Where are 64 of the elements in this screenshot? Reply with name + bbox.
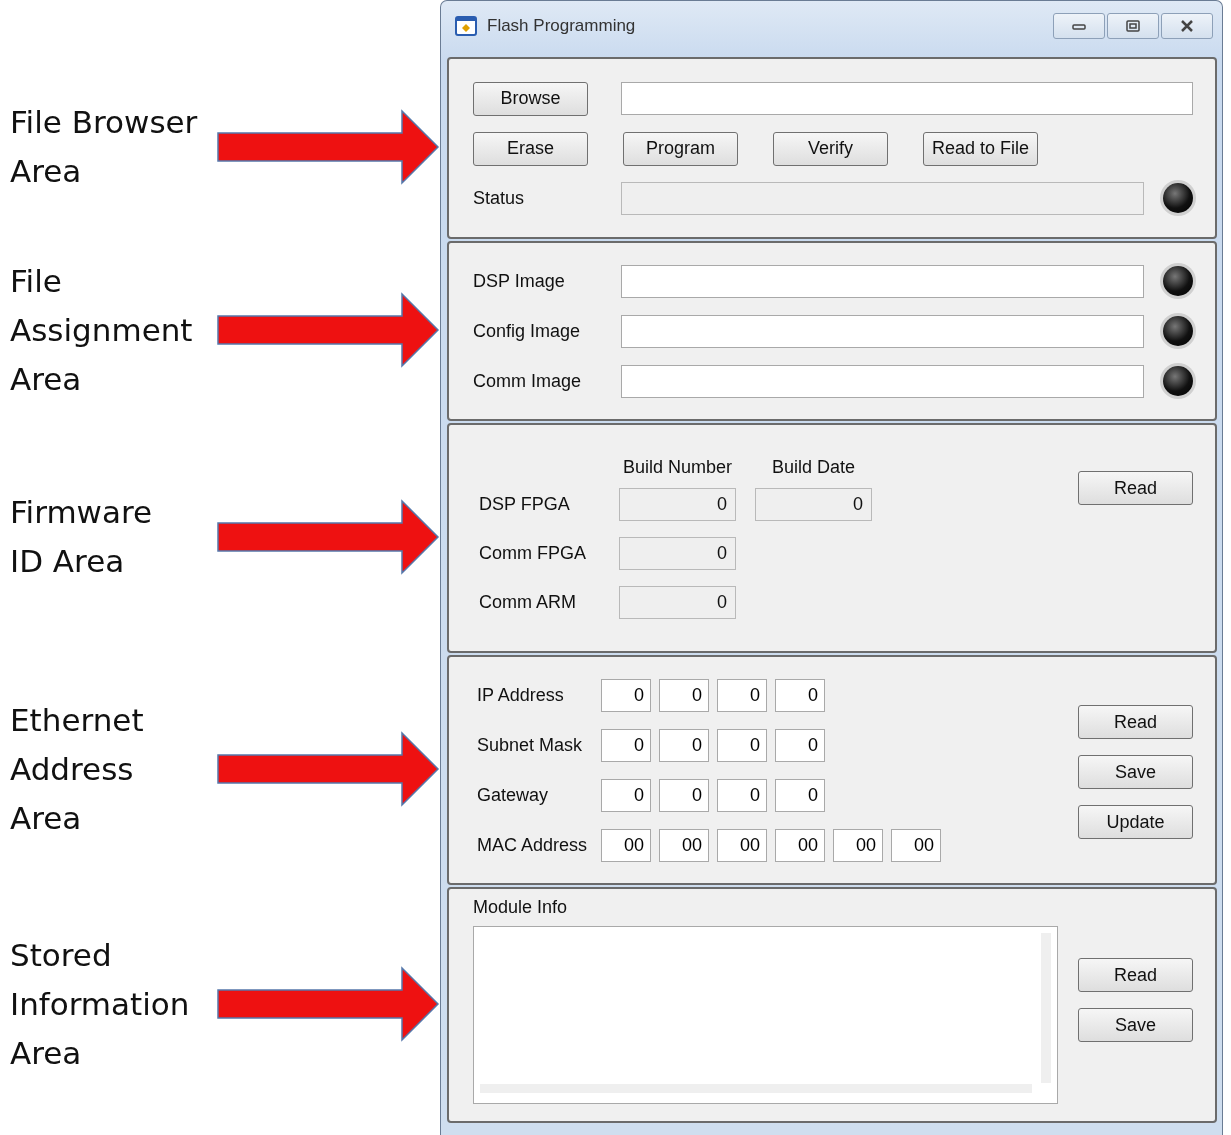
address-octet-field[interactable]: 0 — [775, 779, 825, 812]
module-info-button[interactable]: Read — [1078, 958, 1193, 992]
restore-button[interactable] — [1107, 13, 1159, 39]
image-label: DSP Image — [473, 270, 566, 292]
build-number-field: 0 — [619, 537, 736, 570]
browse-button[interactable]: Browse — [473, 81, 588, 116]
annotation-label: Stored Information Area — [10, 935, 190, 1073]
address-octet-field[interactable]: 0 — [659, 779, 709, 812]
address-octet-field[interactable]: 00 — [833, 829, 883, 862]
build-number-field: 0 — [619, 488, 736, 521]
address-octet-field[interactable]: 0 — [659, 679, 709, 712]
ethernet-button[interactable]: Read — [1078, 705, 1193, 739]
address-octet-field[interactable]: 00 — [601, 829, 651, 862]
image-label: Comm Image — [473, 370, 583, 392]
ethernet-button[interactable]: Save — [1078, 755, 1193, 789]
annotation-label: Firmware ID Area — [10, 493, 153, 581]
action-button[interactable]: Program — [623, 131, 738, 166]
address-label: Subnet Mask — [476, 735, 584, 756]
address-octet-field[interactable]: 0 — [659, 729, 709, 762]
address-octet-field[interactable]: 0 — [717, 679, 767, 712]
address-octet-field[interactable]: 0 — [717, 729, 767, 762]
close-button[interactable] — [1161, 13, 1213, 39]
action-button[interactable]: Read to File — [923, 131, 1038, 166]
firmware-label: Comm FPGA — [478, 543, 587, 564]
image-path-field[interactable] — [621, 364, 1144, 398]
close-icon — [1179, 20, 1195, 32]
firmware-label: Comm ARM — [478, 592, 577, 613]
module-info-button[interactable]: Save — [1078, 1008, 1193, 1042]
app-icon — [455, 16, 477, 36]
address-label: MAC Address — [476, 835, 589, 856]
minimize-button[interactable] — [1053, 13, 1105, 39]
annotation-label: File Assignment Area — [10, 261, 193, 399]
ethernet-button[interactable]: Update — [1078, 805, 1193, 839]
module-info-label: Module Info — [473, 897, 569, 918]
image-path-field[interactable] — [621, 264, 1144, 298]
address-octet-field[interactable]: 0 — [775, 729, 825, 762]
window-title: Flash Programming — [487, 16, 636, 36]
column-header: Build Date — [770, 457, 857, 478]
address-octet-field[interactable]: 0 — [717, 779, 767, 812]
read-button[interactable]: Read — [1078, 471, 1193, 505]
address-octet-field[interactable]: 00 — [775, 829, 825, 862]
annotation-label: File Browser Area — [10, 103, 198, 191]
column-header: Build Number — [621, 457, 733, 478]
action-button[interactable]: Erase — [473, 131, 588, 166]
status-label: Status — [473, 187, 526, 209]
address-label: Gateway — [476, 785, 550, 806]
build-date-field: 0 — [755, 488, 872, 521]
address-octet-field[interactable]: 0 — [601, 729, 651, 762]
address-octet-field[interactable]: 0 — [775, 679, 825, 712]
firmware-label: DSP FPGA — [478, 494, 571, 515]
annotation-label: Ethernet Address Area — [10, 700, 144, 838]
file-path-field[interactable] — [621, 82, 1193, 115]
address-octet-field[interactable]: 00 — [717, 829, 767, 862]
address-octet-field[interactable]: 00 — [659, 829, 709, 862]
image-path-field[interactable] — [621, 314, 1144, 348]
address-octet-field[interactable]: 00 — [891, 829, 941, 862]
address-octet-field[interactable]: 0 — [601, 779, 651, 812]
build-number-field: 0 — [619, 586, 736, 619]
restore-icon — [1125, 20, 1141, 32]
image-label: Config Image — [473, 320, 582, 342]
action-button[interactable]: Verify — [773, 131, 888, 166]
address-octet-field[interactable]: 0 — [601, 679, 651, 712]
address-label: IP Address — [476, 685, 565, 706]
minimize-icon — [1071, 21, 1087, 31]
